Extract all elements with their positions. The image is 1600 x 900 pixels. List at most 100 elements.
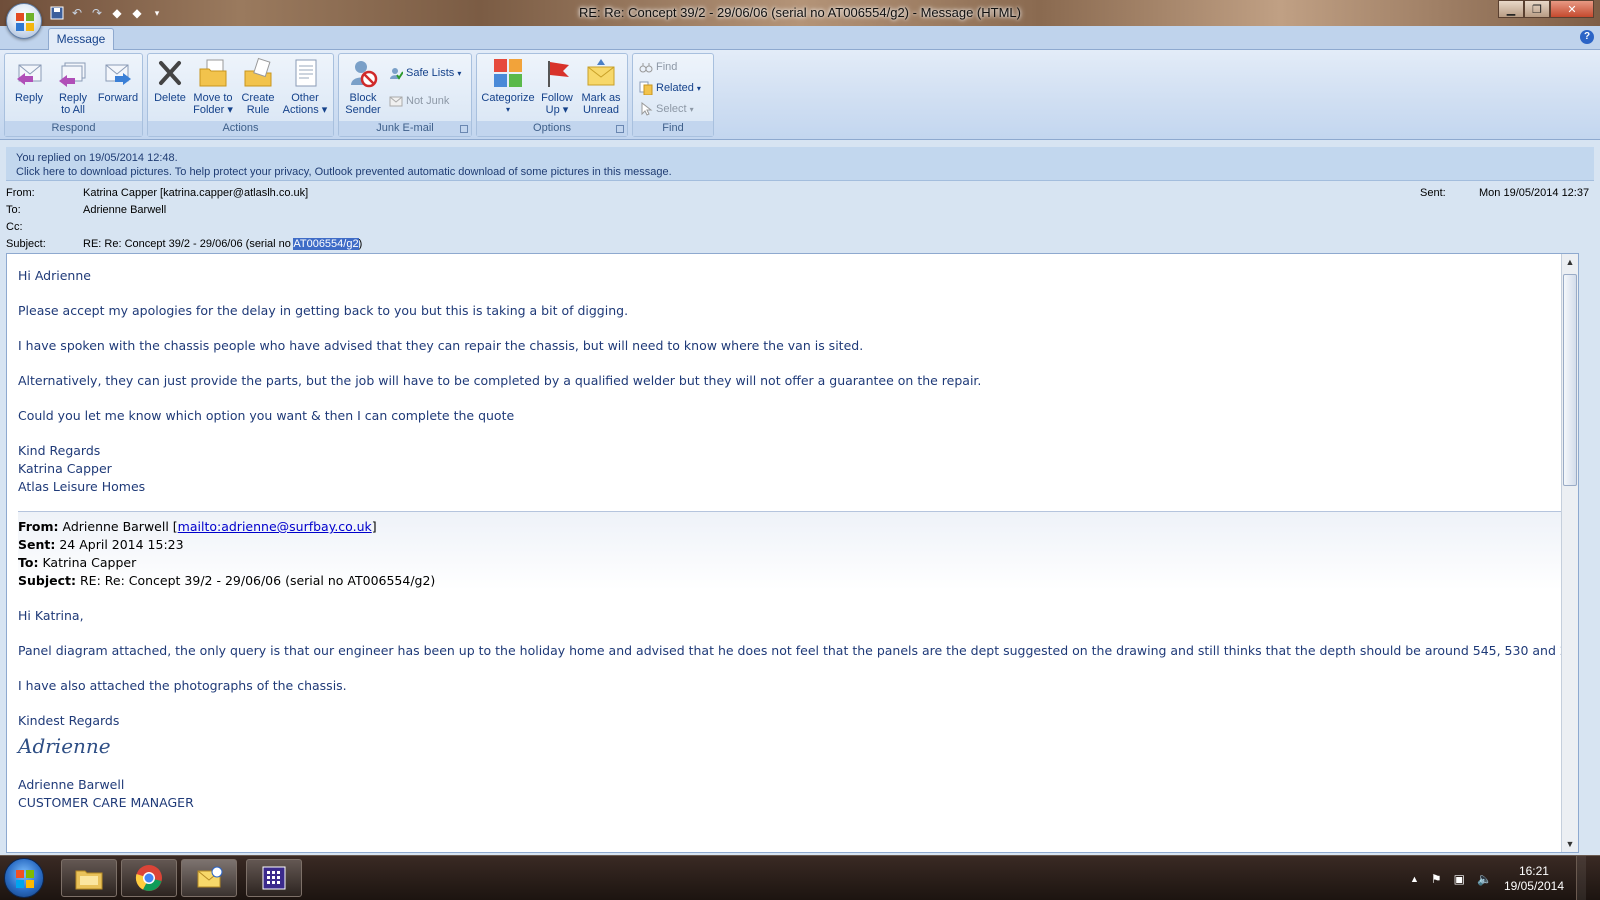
tray-overflow-icon[interactable]: ▲ — [1410, 874, 1419, 884]
forward-button[interactable]: Forward — [95, 57, 141, 104]
quoted-paragraph-2: I have also attached the photographs of … — [18, 678, 347, 693]
folder-icon — [197, 57, 229, 89]
follow-up-button[interactable]: Follow Up ▾ — [537, 57, 577, 116]
vertical-scrollbar[interactable]: ▲ ▼ — [1561, 254, 1578, 852]
scroll-up-icon[interactable]: ▲ — [1562, 254, 1578, 270]
block-label-1: Block — [349, 92, 377, 104]
move-to-folder-button[interactable]: Move to Folder ▾ — [190, 57, 236, 116]
not-junk-button[interactable]: Not Junk — [389, 92, 449, 110]
volume-icon[interactable]: 🔈 — [1477, 872, 1492, 886]
show-desktop-button[interactable] — [1576, 856, 1586, 900]
paragraph-1: Please accept my apologies for the delay… — [18, 303, 629, 318]
chrome-icon[interactable] — [121, 859, 177, 897]
rule-label-1: Create — [241, 92, 275, 104]
flag-icon — [541, 57, 573, 89]
group-label-junk: Junk E-mail — [339, 121, 471, 136]
group-label-respond: Respond — [5, 121, 142, 136]
calculator-icon[interactable] — [246, 859, 302, 897]
scroll-down-icon[interactable]: ▼ — [1562, 836, 1578, 852]
from-value[interactable]: Katrina Capper [katrina.capper@atlaslh.c… — [83, 185, 308, 201]
from-label: From: — [6, 187, 35, 199]
not-junk-icon — [389, 94, 403, 108]
group-actions: Delete Move to Folder ▾ Create Rule Othe… — [147, 53, 334, 137]
action-center-flag-icon[interactable]: ⚑ — [1431, 872, 1442, 886]
handwritten-signature: Adrienne — [18, 734, 111, 758]
block-sender-icon — [347, 57, 379, 89]
network-icon[interactable]: ▣ — [1454, 872, 1465, 886]
subject-value[interactable]: RE: Re: Concept 39/2 - 29/06/06 (serial … — [83, 236, 362, 252]
save-icon[interactable] — [48, 4, 66, 22]
other-label-1: Other — [291, 92, 319, 104]
mark-as-unread-button[interactable]: Mark as Unread — [577, 57, 625, 116]
tab-message[interactable]: Message — [48, 28, 114, 51]
sent-label: Sent: — [1420, 187, 1446, 199]
find-button[interactable]: Find — [639, 58, 677, 76]
cc-label: Cc: — [6, 221, 23, 233]
quoted-to: To: Katrina Capper — [18, 555, 137, 570]
window-controls: ▁ ❐ ✕ — [1498, 0, 1594, 18]
reply-all-label-2: to All — [61, 104, 85, 116]
message-headers: From: Katrina Capper [katrina.capper@atl… — [0, 183, 1600, 253]
taskbar: ▲ ⚑ ▣ 🔈 16:21 19/05/2014 — [0, 855, 1600, 900]
info-bar[interactable]: You replied on 19/05/2014 12:48. Click h… — [6, 147, 1594, 181]
outlook-icon[interactable] — [181, 859, 237, 897]
group-junk: Block Sender Safe Lists ▾ Not Junk Junk E… — [338, 53, 472, 137]
quoted-subject: Subject: RE: Re: Concept 39/2 - 29/06/06… — [18, 573, 436, 588]
office-button[interactable] — [6, 3, 42, 39]
clock[interactable]: 16:21 19/05/2014 — [1504, 864, 1564, 894]
title-bar: RE: Re: Concept 39/2 - 29/06/06 (serial … — [0, 0, 1600, 26]
next-item-icon[interactable]: ◆ — [128, 4, 146, 22]
reply-all-button[interactable]: Reply to All — [51, 57, 95, 116]
paragraph-2: I have spoken with the chassis people wh… — [18, 338, 864, 353]
to-label: To: — [6, 204, 21, 216]
reply-all-icon — [57, 57, 89, 89]
select-button[interactable]: Select ▾ — [639, 100, 694, 118]
other-actions-button[interactable]: Other Actions ▾ — [280, 57, 330, 116]
categorize-dropdown-icon: ▾ — [505, 105, 510, 114]
to-value[interactable]: Adrienne Barwell — [83, 202, 166, 218]
reply-all-label-1: Reply — [58, 92, 88, 104]
find-label: Find — [656, 61, 678, 73]
message-body[interactable]: Hi Adrienne Please accept my apologies f… — [6, 253, 1579, 853]
not-junk-label: Not Junk — [406, 95, 450, 107]
ribbon: Reply Reply to All Forward Respond Delet… — [0, 50, 1600, 140]
categorize-button[interactable]: Categorize ▾ — [479, 57, 537, 116]
categorize-icon — [492, 57, 524, 89]
clock-time: 16:21 — [1518, 863, 1549, 878]
related-button[interactable]: Related ▾ — [639, 79, 701, 97]
delete-label: Delete — [154, 92, 186, 104]
reply-icon — [13, 57, 45, 89]
delete-button[interactable]: Delete — [150, 57, 190, 104]
block-sender-button[interactable]: Block Sender — [341, 57, 385, 116]
quoted-sender-title: CUSTOMER CARE MANAGER — [18, 795, 194, 810]
related-icon — [639, 81, 653, 96]
window-title: RE: Re: Concept 39/2 - 29/06/06 (serial … — [579, 5, 1021, 20]
follow-label-2: Up ▾ — [545, 104, 569, 116]
junk-dialog-launcher-icon[interactable]: . — [460, 125, 468, 133]
previous-item-icon[interactable]: ◆ — [108, 4, 126, 22]
quoted-from: From: Adrienne Barwell [mailto:adrienne@… — [18, 519, 377, 534]
windows-start-icon[interactable] — [4, 858, 44, 898]
customize-toolbar-icon[interactable]: ▾ — [148, 4, 166, 22]
close-icon[interactable]: ✕ — [1550, 0, 1594, 18]
help-icon[interactable]: ? — [1580, 30, 1594, 44]
subject-prefix: RE: Re: Concept 39/2 - 29/06/06 (serial … — [83, 238, 294, 250]
download-pictures-text[interactable]: Click here to download pictures. To help… — [16, 165, 1584, 179]
explorer-icon[interactable] — [61, 859, 117, 897]
options-dialog-launcher-icon[interactable]: . — [616, 125, 624, 133]
reply-button[interactable]: Reply — [9, 57, 49, 104]
redo-icon[interactable]: ↷ — [88, 4, 106, 22]
scroll-thumb[interactable] — [1563, 274, 1577, 486]
delete-icon — [154, 57, 186, 89]
undo-icon[interactable]: ↶ — [68, 4, 86, 22]
mailto-link[interactable]: mailto:adrienne@surfbay.co.uk — [178, 519, 372, 534]
subject-selection[interactable]: AT006554/g2 — [293, 238, 359, 250]
sender-name: Katrina Capper — [18, 461, 112, 476]
minimize-icon[interactable]: ▁ — [1498, 0, 1524, 18]
office-logo-icon — [16, 13, 34, 31]
reply-info-text: You replied on 19/05/2014 12:48. — [16, 152, 178, 164]
quoted-sender-name: Adrienne Barwell — [18, 777, 125, 792]
restore-icon[interactable]: ❐ — [1524, 0, 1550, 18]
create-rule-button[interactable]: Create Rule — [236, 57, 280, 116]
safe-lists-button[interactable]: Safe Lists ▾ — [389, 64, 461, 82]
